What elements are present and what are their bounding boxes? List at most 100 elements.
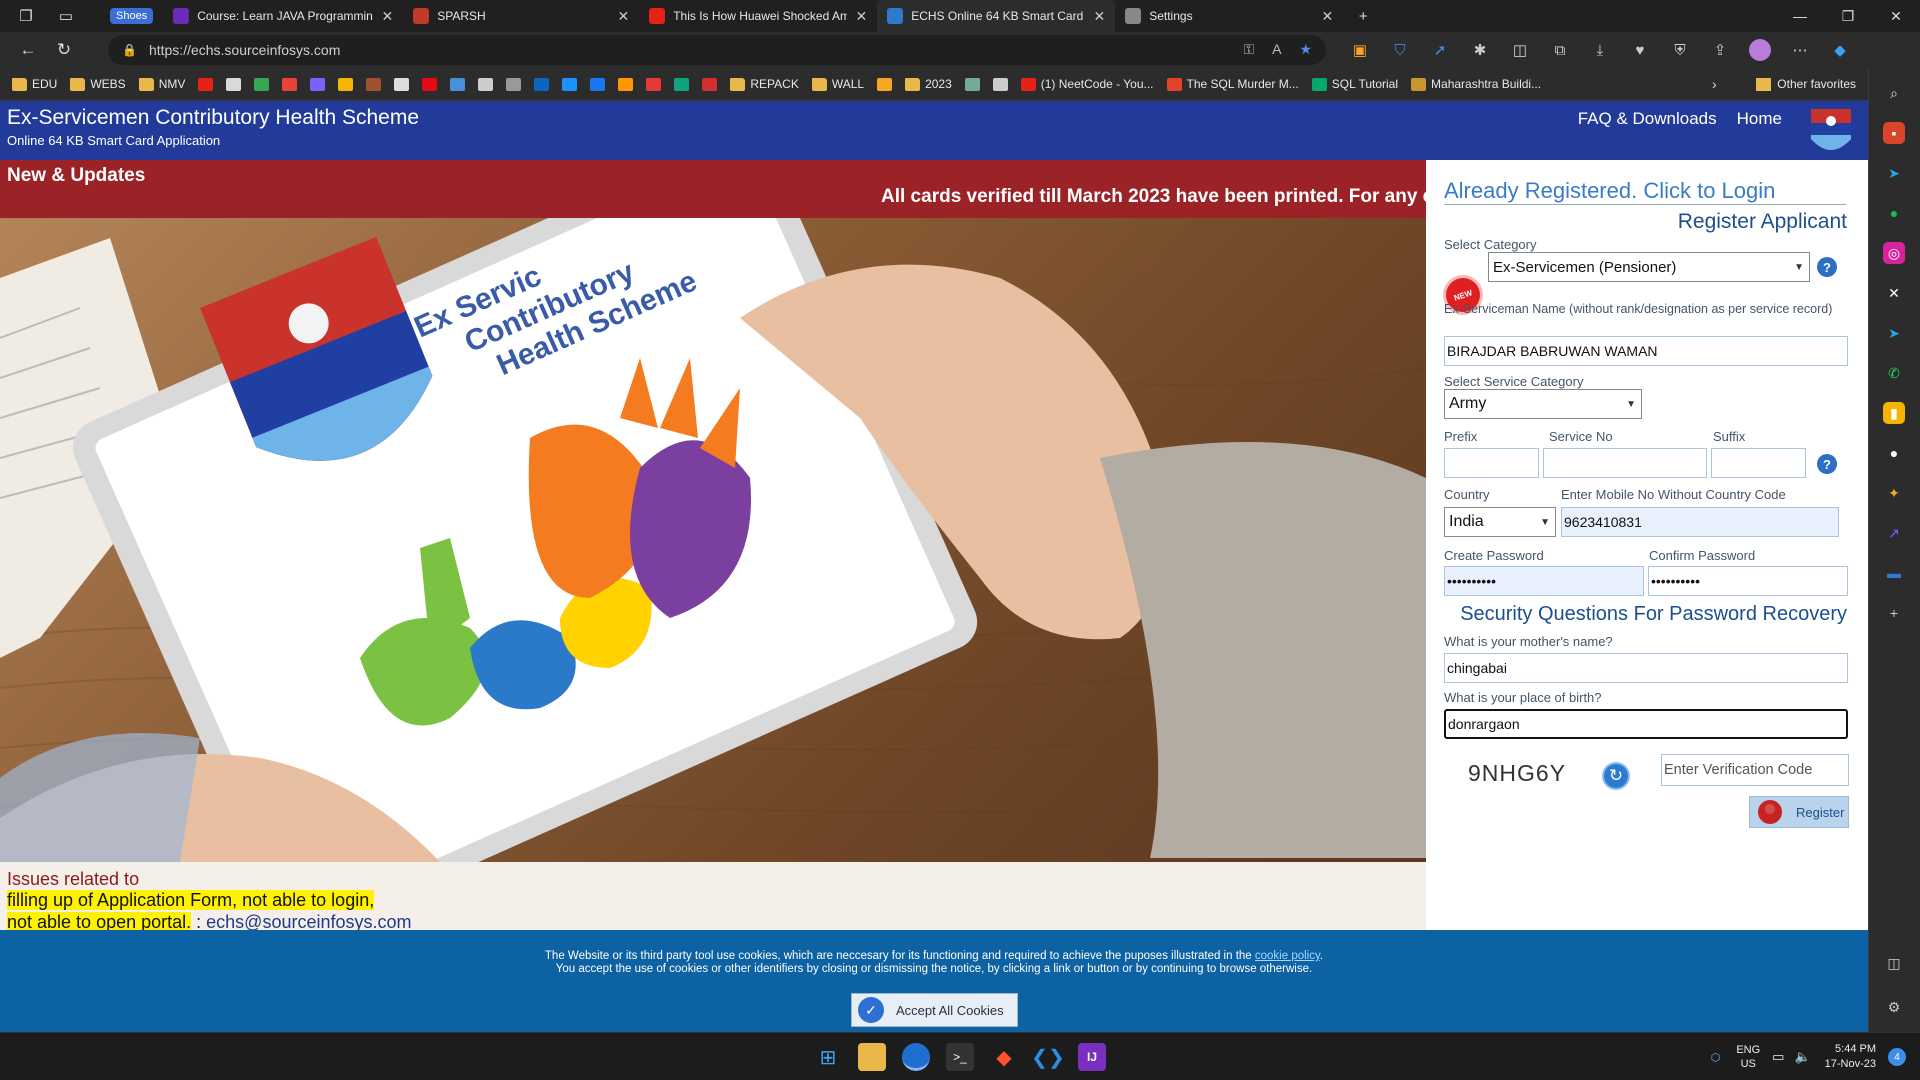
downloads-icon[interactable]: ⤓ [1580, 35, 1620, 65]
x-icon[interactable]: ✕ [1883, 282, 1905, 304]
brave-icon[interactable]: ◆ [990, 1043, 1018, 1071]
bookmark-item[interactable] [674, 77, 690, 91]
app-icon[interactable]: ↗ [1883, 522, 1905, 544]
close-window-icon[interactable]: ✕ [1872, 0, 1920, 32]
github-icon[interactable]: ● [1883, 442, 1905, 464]
bookmark-item[interactable] [282, 77, 298, 91]
more-menu-icon[interactable]: ⋯ [1780, 35, 1820, 65]
bookmark-item[interactable] [450, 77, 466, 91]
bookmark-item[interactable] [562, 77, 578, 91]
login-link[interactable]: Already Registered. Click to Login [1444, 178, 1775, 204]
bitwarden-icon[interactable]: ⛉ [1380, 35, 1420, 65]
bookmark-item[interactable] [618, 77, 634, 91]
bookmark-item[interactable] [702, 77, 718, 91]
lock-icon[interactable]: 🔒 [122, 43, 137, 57]
close-tab-icon[interactable]: ✕ [1321, 8, 1333, 25]
performance-icon[interactable]: ♥ [1620, 35, 1660, 65]
name-input[interactable]: BIRAJDAR BABRUWAN WAMAN [1444, 336, 1848, 366]
vscode-icon[interactable]: ❮❯ [1031, 1043, 1065, 1071]
bookmark-item[interactable] [254, 77, 270, 91]
birth-place-input[interactable]: donrargaon [1444, 709, 1848, 739]
back-icon[interactable]: ← [10, 35, 46, 65]
refresh-icon[interactable]: ↻ [46, 35, 82, 65]
tab-actions-icon[interactable]: ▭ [52, 2, 80, 30]
display-icon[interactable]: ▭ [1772, 1049, 1784, 1065]
split-screen-icon[interactable]: ◫ [1500, 35, 1540, 65]
terminal-icon[interactable]: >_ [946, 1043, 974, 1071]
news-ticker[interactable]: All cards verified till March 2023 have … [881, 186, 1426, 208]
new-tab-button[interactable]: + [1349, 2, 1377, 30]
bookmark-item[interactable] [310, 77, 326, 91]
settings-icon[interactable]: ⚙ [1883, 996, 1905, 1018]
other-favorites[interactable]: Other favorites [1756, 77, 1856, 91]
bookmark-item[interactable] [198, 77, 214, 91]
intellij-icon[interactable]: IJ [1078, 1043, 1106, 1071]
close-tab-icon[interactable]: ✕ [381, 8, 393, 25]
bookmark-item[interactable] [394, 77, 410, 91]
outlook-icon[interactable]: ▬ [1883, 562, 1905, 584]
whatsapp-icon[interactable]: ✆ [1883, 362, 1905, 384]
close-tab-icon[interactable]: ✕ [617, 8, 629, 25]
cursor-extension-icon[interactable]: ➚ [1420, 35, 1460, 65]
minimize-icon[interactable]: — [1776, 0, 1824, 32]
file-explorer-icon[interactable] [858, 1043, 886, 1071]
keep-icon[interactable]: ▮ [1883, 402, 1905, 424]
address-bar[interactable]: 🔒 https://echs.sourceinfosys.com ⚿ A ★ [108, 35, 1326, 65]
extension-icon[interactable]: ▣ [1340, 35, 1380, 65]
network-status-icon[interactable]: ⬡ [1711, 1051, 1721, 1064]
bookmark-item[interactable] [478, 77, 494, 91]
workspaces-icon[interactable]: ❐ [12, 2, 40, 30]
volume-icon[interactable]: 🔈 [1794, 1049, 1810, 1065]
bookmark-item[interactable]: The SQL Murder M... [1166, 77, 1299, 91]
browser-essentials-icon[interactable]: ⛨ [1660, 35, 1700, 65]
register-button[interactable]: Register [1749, 796, 1849, 828]
edge-icon[interactable] [902, 1043, 930, 1071]
telegram-plane-icon[interactable]: ➤ [1883, 162, 1905, 184]
read-aloud-icon[interactable]: A [1272, 41, 1281, 58]
support-email-link[interactable]: echs@sourceinfosys.com [206, 912, 411, 932]
share-icon[interactable]: ⇪ [1700, 35, 1740, 65]
extension-app-icon[interactable]: ✦ [1883, 482, 1905, 504]
suffix-input[interactable] [1711, 448, 1806, 478]
sidebar-toggle-icon[interactable]: ◫ [1883, 952, 1905, 974]
cookie-policy-link[interactable]: cookie policy [1255, 950, 1320, 962]
restore-icon[interactable]: ❐ [1824, 0, 1872, 32]
favorite-star-icon[interactable]: ★ [1299, 41, 1312, 58]
prefix-input[interactable] [1444, 448, 1539, 478]
help-icon[interactable]: ? [1817, 257, 1837, 277]
refresh-captcha-icon[interactable]: ↻ [1602, 762, 1630, 790]
bookmark-folder[interactable]: 2023 [905, 77, 952, 91]
mother-name-input[interactable]: chingabai [1444, 653, 1848, 683]
chevron-right-icon[interactable]: › [1712, 76, 1717, 92]
service-no-input[interactable] [1543, 448, 1707, 478]
spotify-icon[interactable]: ● [1883, 202, 1905, 224]
collections-icon[interactable]: ⧉ [1540, 35, 1580, 65]
bookmark-folder[interactable]: EDU [12, 77, 57, 91]
bookmark-item[interactable] [646, 77, 662, 91]
language-indicator[interactable]: ENG US [1736, 1043, 1760, 1071]
bookmark-item[interactable] [366, 77, 382, 91]
tab-group-label[interactable]: Shoes [110, 8, 154, 24]
bookmark-item[interactable]: SQL Tutorial [1311, 77, 1398, 91]
close-tab-icon[interactable]: ✕ [855, 8, 867, 25]
bookmark-item[interactable]: Maharashtra Buildi... [1411, 77, 1541, 91]
extensions-icon[interactable]: ✱ [1460, 35, 1500, 65]
notifications-badge[interactable]: 4 [1888, 1048, 1906, 1066]
browser-tab[interactable]: This Is How Huawei Shocked Am ✕ [639, 0, 877, 32]
bookmark-item[interactable] [877, 77, 893, 91]
country-select[interactable]: India ▼ [1444, 507, 1556, 537]
nav-faq-downloads[interactable]: FAQ & Downloads [1578, 109, 1717, 129]
copilot-icon[interactable]: ◆ [1820, 35, 1860, 65]
bookmark-item[interactable] [590, 77, 606, 91]
confirm-password-input[interactable]: •••••••••• [1648, 566, 1848, 596]
browser-tab[interactable]: Course: Learn JAVA Programming ✕ [163, 0, 403, 32]
bookmark-item[interactable] [506, 77, 522, 91]
create-password-input[interactable]: •••••••••• [1444, 566, 1644, 596]
bookmark-folder[interactable]: NMV [138, 77, 185, 91]
shopping-icon[interactable]: ▪ [1883, 122, 1905, 144]
bookmark-item[interactable] [422, 77, 438, 91]
close-tab-icon[interactable]: ✕ [1093, 8, 1105, 25]
service-category-select[interactable]: Army ▼ [1444, 389, 1642, 419]
clock[interactable]: 5:44 PM 17-Nov-23 [1825, 1042, 1876, 1072]
bookmark-folder[interactable]: REPACK [730, 77, 799, 91]
